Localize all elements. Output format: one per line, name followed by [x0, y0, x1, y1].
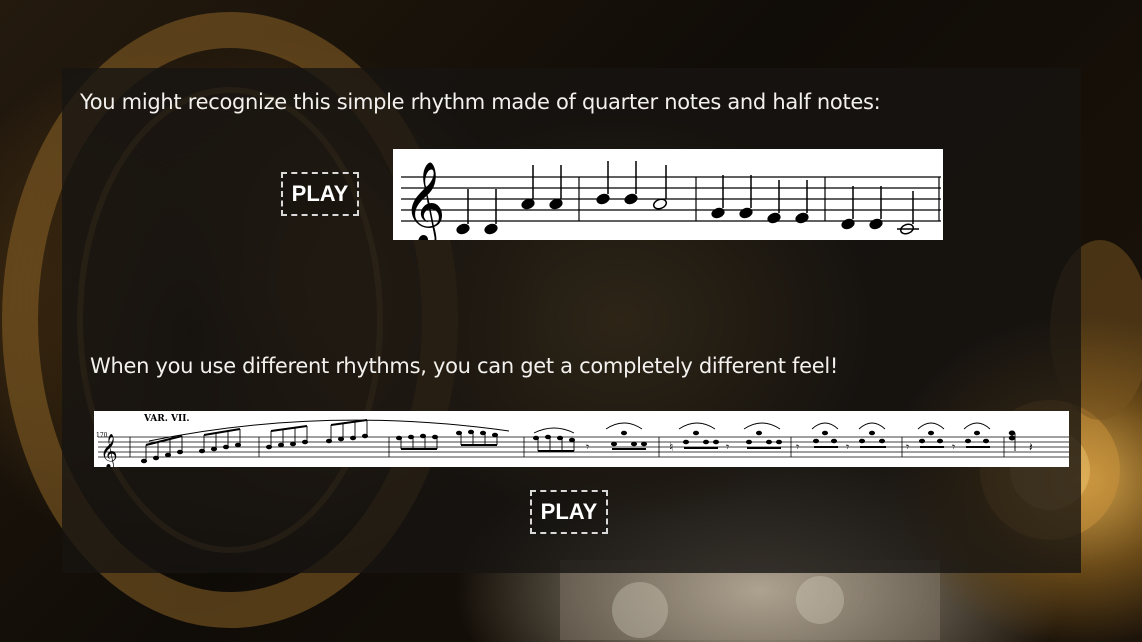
svg-text:♮: ♮: [669, 440, 673, 454]
svg-text:𝄾: 𝄾: [796, 440, 799, 454]
sheet-music-variation: VAR. VII. 170 𝄞 𝄾 ♮ 𝄾 𝄾 𝄾 𝄾 𝄾 𝄽: [94, 411, 1069, 467]
svg-text:𝄾: 𝄾: [586, 440, 589, 454]
svg-text:𝄽: 𝄽: [1029, 440, 1033, 454]
sheet-music-simple-rhythm: 𝄞: [393, 149, 943, 240]
variation-heading: VAR. VII.: [143, 414, 190, 424]
svg-text:𝄾: 𝄾: [846, 440, 849, 454]
treble-clef-small-icon: 𝄞: [100, 434, 118, 467]
different-rhythms-text: When you use different rhythms, you can …: [90, 354, 839, 378]
svg-text:𝄾: 𝄾: [726, 440, 729, 454]
intro-text: You might recognize this simple rhythm m…: [80, 90, 881, 114]
svg-text:𝄾: 𝄾: [906, 440, 909, 454]
svg-text:𝄾: 𝄾: [952, 440, 955, 454]
treble-clef-icon: 𝄞: [403, 160, 446, 240]
svg-text:𝄞: 𝄞: [100, 434, 118, 467]
play-button-variation[interactable]: PLAY: [530, 490, 608, 534]
play-button-simple-rhythm[interactable]: PLAY: [281, 172, 359, 216]
svg-text:𝄞: 𝄞: [403, 160, 446, 240]
